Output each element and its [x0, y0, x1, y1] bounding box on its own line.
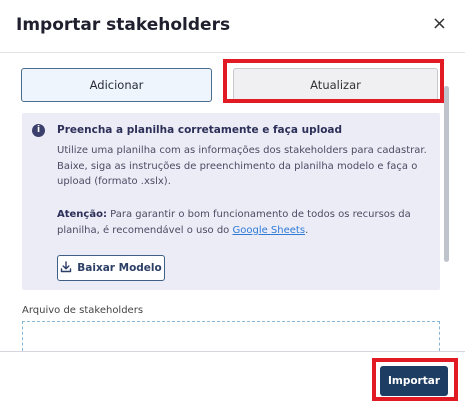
download-icon [60, 260, 72, 276]
scrollbar-thumb[interactable] [444, 86, 449, 262]
info-panel: i Preencha a planilha corretamente e faç… [22, 113, 440, 290]
highlight-box-atualizar [223, 59, 444, 103]
download-template-button[interactable]: Baixar Modelo [57, 255, 165, 281]
header-divider [0, 52, 465, 53]
download-template-label: Baixar Modelo [77, 262, 162, 274]
dialog-header: Importar stakeholders × [0, 0, 465, 52]
tab-adicionar[interactable]: Adicionar [21, 68, 212, 102]
info-warning: Atenção: Para garantir o bom funcionamen… [57, 207, 435, 238]
close-icon[interactable]: × [432, 14, 447, 34]
tab-adicionar-label: Adicionar [89, 78, 144, 92]
info-title: Preencha a planilha corretamente e faça … [57, 124, 343, 136]
google-sheets-link[interactable]: Google Sheets [232, 225, 305, 236]
dialog-title: Importar stakeholders [16, 15, 231, 35]
file-upload-label: Arquivo de stakeholders [22, 305, 144, 316]
file-dropzone[interactable] [22, 321, 440, 351]
highlight-box-importar [372, 358, 458, 401]
footer-divider [0, 351, 465, 352]
warning-label: Atenção: [57, 209, 107, 220]
info-body: Utilize uma planilha com as informações … [57, 145, 427, 187]
warning-end: . [305, 224, 309, 236]
info-icon: i [32, 124, 45, 137]
